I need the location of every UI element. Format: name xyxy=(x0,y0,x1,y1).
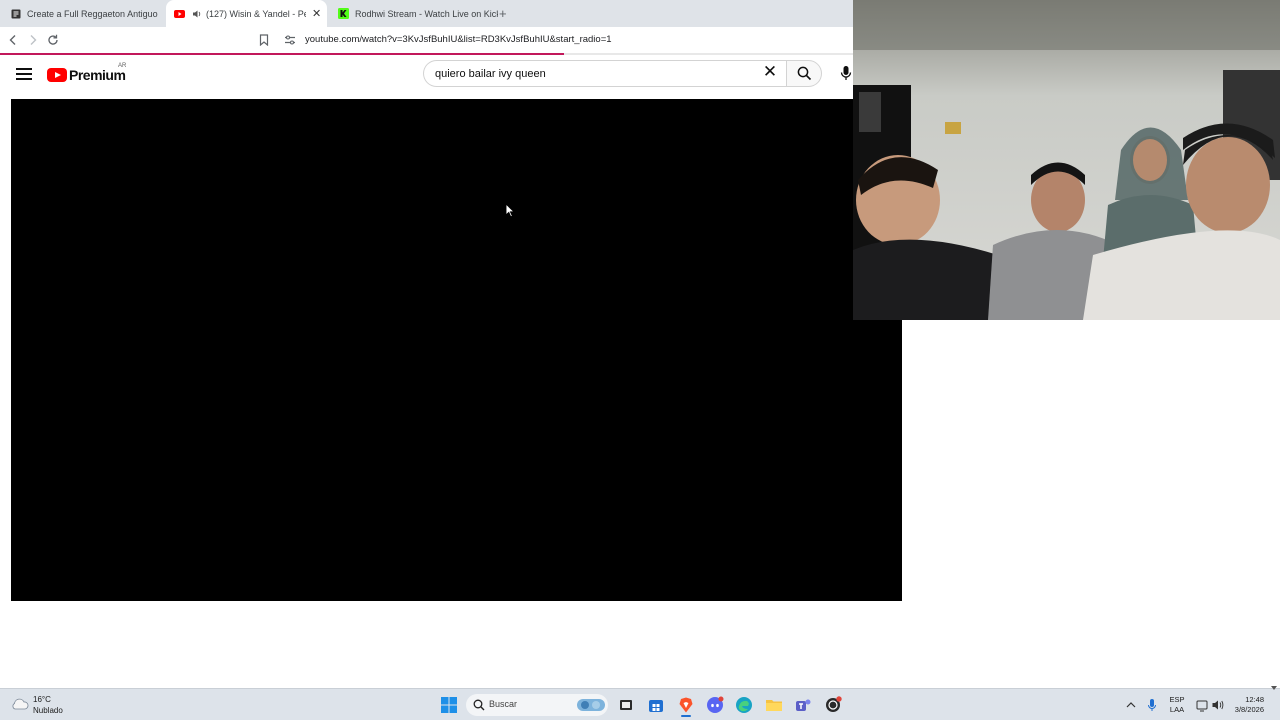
clock-time: 12:48 xyxy=(1245,695,1264,704)
brave-browser-icon[interactable] xyxy=(677,696,695,717)
file-explorer-icon[interactable] xyxy=(765,696,783,714)
system-clock[interactable]: 12:48 3/8/2026 xyxy=(1230,695,1264,715)
reload-icon[interactable] xyxy=(45,32,61,48)
site-info-icon[interactable] xyxy=(282,32,298,48)
logo-text: Premium xyxy=(69,67,126,83)
speaker-icon[interactable] xyxy=(191,8,202,19)
document-icon xyxy=(10,8,21,19)
kick-icon xyxy=(338,8,349,19)
search-button[interactable] xyxy=(786,60,822,87)
country-code: AR xyxy=(118,63,127,69)
tab-kick-stream[interactable]: Rodhwi Stream - Watch Live on Kick xyxy=(338,0,498,27)
tab-reggaeton[interactable]: Create a Full Reggaeton Antiguo Tie xyxy=(10,0,160,27)
input-language[interactable]: ESP LAA xyxy=(1167,695,1187,715)
search-highlight-icon xyxy=(577,699,605,711)
youtube-icon xyxy=(174,8,185,19)
webcam-overlay xyxy=(853,0,1280,320)
tab-title: (127) Wisin & Yandel - Pegao xyxy=(206,8,306,19)
edge-browser-icon[interactable] xyxy=(735,696,753,714)
youtube-play-logo-icon xyxy=(47,68,67,82)
weather-icon[interactable] xyxy=(10,696,29,714)
tab-title: Rodhwi Stream - Watch Live on Kick xyxy=(355,8,498,19)
search-icon xyxy=(473,699,485,711)
clock-date: 3/8/2026 xyxy=(1234,705,1264,714)
tab-title: Create a Full Reggaeton Antiguo Tie xyxy=(27,8,160,19)
chevron-up-icon[interactable] xyxy=(1124,696,1142,714)
weather-widget[interactable]: 16°C Nublado xyxy=(33,694,63,716)
keyboard-layout: LAA xyxy=(1169,705,1185,714)
hamburger-menu-icon[interactable] xyxy=(16,66,32,82)
language-code: ESP xyxy=(1169,695,1185,704)
address-bar-url[interactable]: youtube.com/watch?v=3KvJsfBuhIU&list=RD3… xyxy=(305,34,612,45)
clear-search-icon[interactable]: ✕ xyxy=(762,63,778,80)
windows-start-icon[interactable] xyxy=(440,696,458,714)
youtube-premium-logo[interactable]: Premium AR xyxy=(47,63,127,85)
forward-arrow-icon[interactable] xyxy=(25,32,41,48)
microsoft-store-icon[interactable] xyxy=(647,696,665,714)
video-player[interactable] xyxy=(11,99,902,601)
weather-temp: 16°C xyxy=(33,695,51,704)
task-view-icon[interactable] xyxy=(617,696,635,714)
back-arrow-icon[interactable] xyxy=(5,32,21,48)
teams-icon[interactable] xyxy=(794,696,812,714)
search-icon xyxy=(797,66,811,81)
weather-desc: Nublado xyxy=(33,706,63,715)
close-tab-icon[interactable]: ✕ xyxy=(312,7,321,20)
taskbar-search[interactable]: Buscar xyxy=(466,694,608,716)
search-input-value: quiero bailar ivy queen xyxy=(435,68,546,80)
discord-icon[interactable] xyxy=(706,696,724,714)
new-tab-button[interactable]: + xyxy=(499,0,513,27)
bookmark-icon[interactable] xyxy=(256,32,272,48)
windows-taskbar: 16°C Nublado Buscar ESP LAA 12:48 3/8/20… xyxy=(0,686,1280,720)
obs-icon[interactable] xyxy=(824,696,842,714)
volume-icon[interactable] xyxy=(1211,696,1229,714)
search-input[interactable]: quiero bailar ivy queen xyxy=(423,60,786,87)
taskbar-search-label: Buscar xyxy=(489,699,518,709)
microphone-tray-icon[interactable] xyxy=(1146,696,1164,714)
mouse-cursor-icon xyxy=(505,202,516,223)
tab-wisin-yandel[interactable]: (127) Wisin & Yandel - Pegao ✕ xyxy=(166,0,327,27)
scroll-down-arrow-icon[interactable] xyxy=(1270,679,1278,690)
